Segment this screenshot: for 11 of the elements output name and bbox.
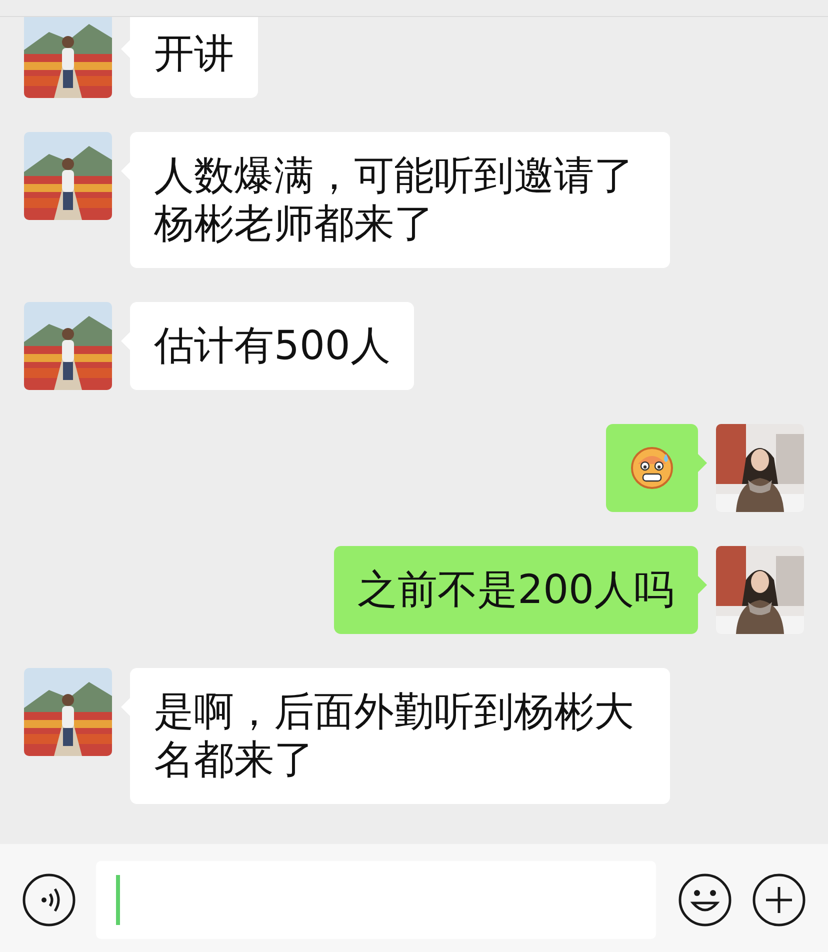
bubble-tail [698, 576, 707, 594]
message-input-field[interactable] [96, 861, 656, 939]
message-bubble: 估计有500人 [130, 302, 414, 390]
message-bubble: 是啊，后面外勤听到杨彬大名都来了 [130, 668, 670, 804]
message-bubble: 之前不是200人吗 [334, 546, 698, 634]
message-bubble: 人数爆满，可能听到邀请了杨彬老师都来了 [130, 132, 670, 268]
voice-icon[interactable] [22, 873, 76, 927]
sweating-face-icon [630, 446, 674, 490]
plus-icon[interactable] [752, 873, 806, 927]
smiley-icon[interactable] [678, 873, 732, 927]
message-bubble: 开讲 [130, 17, 258, 98]
